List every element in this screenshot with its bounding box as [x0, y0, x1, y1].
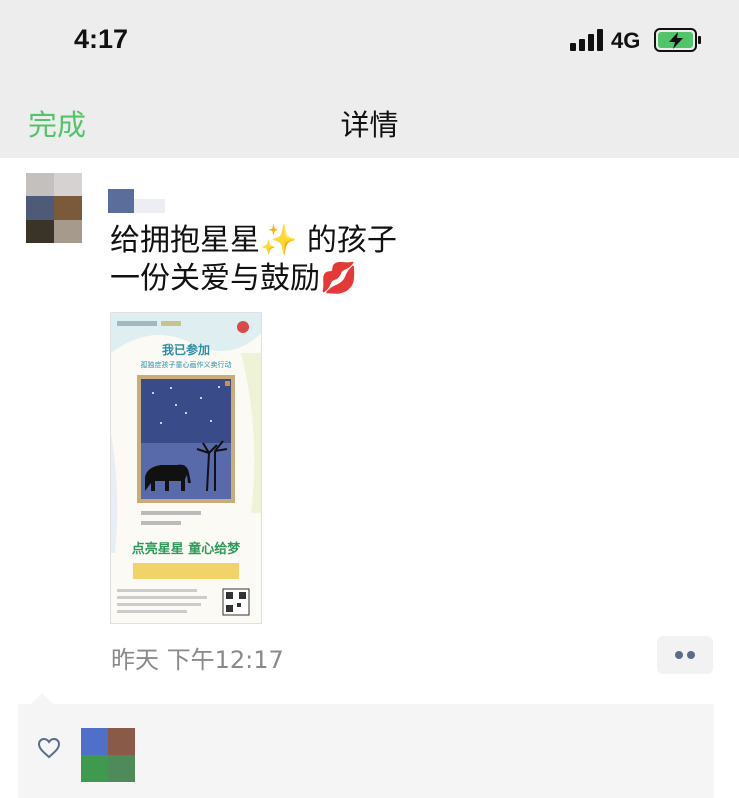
more-actions-button[interactable]: [657, 636, 713, 674]
post-timestamp: 昨天 下午12:17: [111, 646, 284, 674]
status-time: 4:17: [74, 24, 129, 54]
poster-headline: 我已参加: [162, 342, 210, 357]
dot-icon: [687, 651, 695, 659]
poster-slogan: 点亮星星 童心给梦: [132, 541, 242, 557]
signal-icon: [570, 29, 603, 51]
avatar[interactable]: [26, 173, 82, 243]
username-blurred[interactable]: [108, 189, 165, 213]
status-bar: 4:17 4G: [0, 0, 739, 82]
likes-pointer: [31, 693, 53, 704]
heart-outline-icon: [37, 737, 61, 759]
battery-charging-icon: [654, 28, 701, 52]
likes-section: [18, 704, 714, 798]
liker-avatar[interactable]: [81, 728, 135, 782]
poster-subtitle: 孤独症孩子童心画作义卖行动: [141, 360, 232, 369]
post-text: 给拥抱星星✨ 的孩子 一份关爱与鼓励💋: [110, 223, 397, 296]
post-image[interactable]: 我已参加 孤独症孩子童心画作义卖行动 点亮星星 童心给梦: [110, 312, 262, 624]
page-title: 详情: [340, 108, 399, 142]
nav-bar: 完成 详情: [0, 82, 739, 158]
poster-graphic: 我已参加 孤独症孩子童心画作义卖行动 点亮星星 童心给梦: [111, 313, 261, 623]
network-type: 4G: [611, 28, 641, 53]
dot-icon: [675, 651, 683, 659]
